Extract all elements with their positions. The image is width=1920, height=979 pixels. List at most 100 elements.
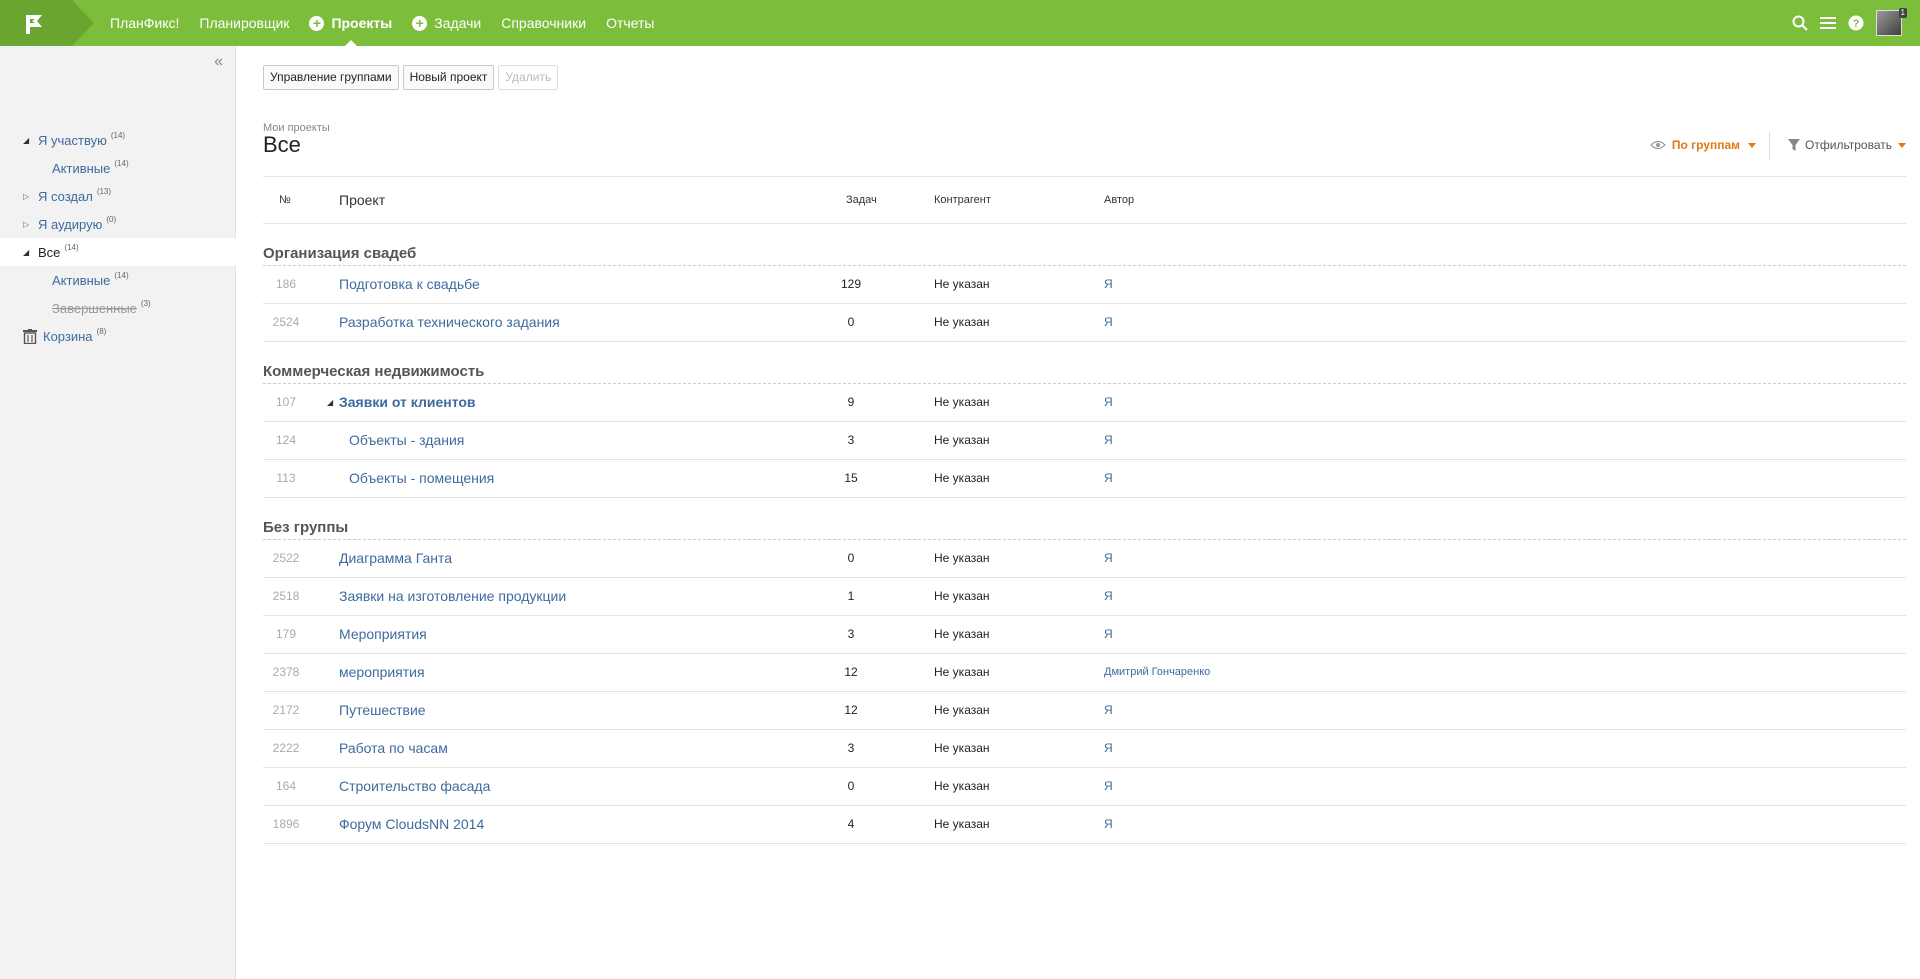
table-row[interactable]: 2378 мероприятия 12 Не указан Дмитрий Гончар… bbox=[263, 654, 1906, 692]
author-link[interactable]: Я bbox=[1104, 540, 1113, 577]
new-project-button[interactable]: Новый проект bbox=[402, 65, 495, 90]
author-link[interactable]: Я bbox=[1104, 304, 1113, 341]
menu-icon[interactable] bbox=[1820, 16, 1836, 30]
project-name-link[interactable]: Мероприятия bbox=[339, 616, 427, 653]
project-name-link[interactable]: Подготовка к свадьбе bbox=[339, 266, 480, 303]
project-name-link[interactable]: мероприятия bbox=[339, 654, 425, 691]
project-name-link[interactable]: Заявки на изготовление продукции bbox=[339, 578, 566, 615]
logo-arrow bbox=[72, 0, 94, 46]
author-link[interactable]: Я bbox=[1104, 422, 1113, 459]
sidebar-item-label: Я создал bbox=[38, 188, 93, 204]
help-icon[interactable]: ? bbox=[1848, 15, 1864, 31]
project-name-link[interactable]: Диаграмма Ганта bbox=[339, 540, 452, 577]
task-count: 1 bbox=[847, 589, 855, 603]
table-row[interactable]: 179 Мероприятия 3 Не указан Я bbox=[263, 616, 1906, 654]
author-link[interactable]: Я bbox=[1104, 460, 1113, 497]
project-name-link[interactable]: Объекты - помещения bbox=[349, 460, 494, 497]
table-row[interactable]: 186 Подготовка к свадьбе 129 Не указан Я bbox=[263, 266, 1906, 304]
group-view-dropdown[interactable]: По группам bbox=[1649, 138, 1756, 152]
column-header-author[interactable]: Автор bbox=[1104, 177, 1134, 223]
author-link[interactable]: Я bbox=[1104, 692, 1113, 729]
project-name-link[interactable]: Заявки от клиентов bbox=[339, 384, 476, 421]
search-icon[interactable] bbox=[1792, 15, 1808, 31]
table-row[interactable]: 124 Объекты - здания 3 Не указан Я bbox=[263, 422, 1906, 460]
sidebar-item[interactable]: Корзина (8) bbox=[0, 322, 236, 350]
sidebar-item-label: Активные bbox=[52, 272, 111, 288]
table-row[interactable]: 164 Строительство фасада 0 Не указан Я bbox=[263, 768, 1906, 806]
nav-item-label: Отчеты bbox=[606, 15, 655, 31]
sidebar-item-label: Все bbox=[38, 244, 61, 260]
nav-item-label: Проекты bbox=[331, 15, 393, 31]
nav-item-2[interactable]: + Проекты bbox=[309, 0, 392, 46]
project-name-link[interactable]: Работа по часам bbox=[339, 730, 448, 767]
sidebar-item-count: (0) bbox=[106, 214, 117, 224]
task-count: 129 bbox=[840, 277, 862, 291]
manage-groups-button[interactable]: Управление группами bbox=[263, 65, 399, 90]
project-number: 2222 bbox=[272, 741, 300, 755]
sidebar-item[interactable]: ◢ Все (14) bbox=[0, 238, 237, 266]
sidebar-item[interactable]: ◢ Я участвую (14) bbox=[0, 126, 236, 154]
table-row[interactable]: 2522 Диаграмма Ганта 0 Не указан Я bbox=[263, 540, 1906, 578]
nav-item-1[interactable]: Планировщик bbox=[199, 0, 289, 46]
column-header-client[interactable]: Контрагент bbox=[934, 177, 991, 223]
toolbar: Управление группами Новый проект Удалить bbox=[263, 65, 562, 90]
author-link[interactable]: Я bbox=[1104, 266, 1113, 303]
filter-dropdown[interactable]: Отфильтровать bbox=[1787, 138, 1906, 152]
task-count: 9 bbox=[847, 395, 855, 409]
author-link[interactable]: Я bbox=[1104, 806, 1113, 843]
project-name-link[interactable]: Путешествие bbox=[339, 692, 426, 729]
sidebar-item[interactable]: Завершенные (3) bbox=[0, 294, 236, 322]
table-header: № Проект Задач Контрагент Автор bbox=[263, 176, 1906, 224]
nav-item-3[interactable]: + Задачи bbox=[412, 0, 481, 46]
author-link[interactable]: Я bbox=[1104, 730, 1113, 767]
collapse-sidebar-icon[interactable]: « bbox=[214, 53, 223, 71]
project-name-link[interactable]: Форум CloudsNN 2014 bbox=[339, 806, 484, 843]
top-icons: ? 1 bbox=[1780, 0, 1907, 46]
table-row[interactable]: 107 ◢ Заявки от клиентов 9 Не указан Я bbox=[263, 384, 1906, 422]
project-name-link[interactable]: Объекты - здания bbox=[349, 422, 464, 459]
task-count: 3 bbox=[847, 741, 855, 755]
column-header-tasks[interactable]: Задач bbox=[846, 177, 877, 223]
expanded-triangle-icon[interactable]: ◢ bbox=[23, 248, 33, 257]
expanded-triangle-icon[interactable]: ◢ bbox=[23, 136, 33, 145]
sidebar-item[interactable]: ▷ Я создал (13) bbox=[0, 182, 236, 210]
task-count: 0 bbox=[847, 551, 855, 565]
sidebar-item-label: Я аудирую bbox=[38, 216, 103, 232]
chevron-down-icon bbox=[1898, 142, 1906, 148]
author-link[interactable]: Я bbox=[1104, 768, 1113, 805]
group-header: Коммерческая недвижимость bbox=[263, 342, 1906, 384]
nav-item-4[interactable]: Справочники bbox=[501, 0, 586, 46]
top-navigation-bar: ПланФикс! Планировщик + Проекты + Задачи Справ… bbox=[0, 0, 1920, 46]
table-row[interactable]: 2172 Путешествие 12 Не указан Я bbox=[263, 692, 1906, 730]
sidebar-item-label: Я участвую bbox=[38, 132, 107, 148]
author-link[interactable]: Дмитрий Гончаренко bbox=[1104, 654, 1210, 691]
sidebar-item[interactable]: Активные (14) bbox=[0, 154, 236, 182]
sidebar-item-label: Корзина bbox=[43, 328, 93, 344]
column-header-num[interactable]: № bbox=[279, 177, 291, 223]
sidebar-item[interactable]: ▷ Я аудирую (0) bbox=[0, 210, 236, 238]
table-row[interactable]: 2524 Разработка технического задания 0 Не у… bbox=[263, 304, 1906, 342]
project-name-link[interactable]: Разработка технического задания bbox=[339, 304, 560, 341]
nav-item-5[interactable]: Отчеты bbox=[606, 0, 654, 46]
column-header-project[interactable]: Проект bbox=[339, 177, 385, 223]
author-link[interactable]: Я bbox=[1104, 578, 1113, 615]
project-number: 1896 bbox=[272, 817, 300, 831]
group-title: Без группы bbox=[263, 519, 349, 536]
client-value: Не указан bbox=[934, 741, 990, 755]
table-row[interactable]: 2518 Заявки на изготовление продукции 1 Не … bbox=[263, 578, 1906, 616]
app-logo[interactable] bbox=[0, 0, 72, 46]
sidebar-item[interactable]: Активные (14) bbox=[0, 266, 236, 294]
table-row[interactable]: 113 Объекты - помещения 15 Не указан Я bbox=[263, 460, 1906, 498]
author-link[interactable]: Я bbox=[1104, 616, 1113, 653]
table-row[interactable]: 2222 Работа по часам 3 Не указан Я bbox=[263, 730, 1906, 768]
collapsed-triangle-icon[interactable]: ▷ bbox=[23, 192, 33, 201]
author-link[interactable]: Я bbox=[1104, 384, 1113, 421]
collapsed-triangle-icon[interactable]: ▷ bbox=[23, 220, 33, 229]
expanded-triangle-icon[interactable]: ◢ bbox=[327, 384, 333, 421]
project-name-link[interactable]: Строительство фасада bbox=[339, 768, 490, 805]
user-avatar[interactable]: 1 bbox=[1876, 8, 1907, 36]
client-value: Не указан bbox=[934, 665, 990, 679]
nav-item-0[interactable]: ПланФикс! bbox=[110, 0, 179, 46]
client-value: Не указан bbox=[934, 315, 990, 329]
table-row[interactable]: 1896 Форум CloudsNN 2014 4 Не указан Я bbox=[263, 806, 1906, 844]
